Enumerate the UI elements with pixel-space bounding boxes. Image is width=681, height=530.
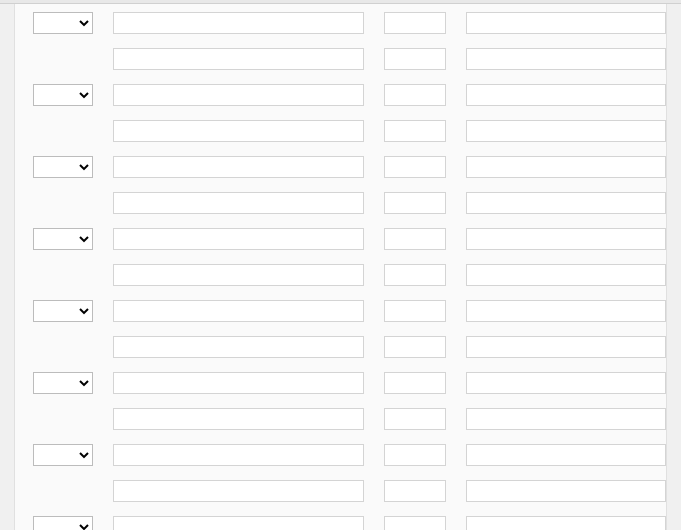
field-mid[interactable] (384, 372, 446, 394)
field-wide[interactable] (113, 408, 364, 430)
field-wide[interactable] (113, 156, 364, 178)
field-last[interactable] (466, 156, 666, 178)
select-cell (33, 300, 93, 322)
field-mid[interactable] (384, 264, 446, 286)
row-select[interactable] (33, 300, 93, 322)
field-last[interactable] (466, 12, 666, 34)
field-wide[interactable] (113, 48, 364, 70)
field-wide[interactable] (113, 516, 364, 530)
form-row (33, 336, 666, 358)
form-row (33, 408, 666, 430)
field-wide[interactable] (113, 12, 364, 34)
field-wide[interactable] (113, 444, 364, 466)
row-select[interactable] (33, 84, 93, 106)
field-last[interactable] (466, 192, 666, 214)
field-last[interactable] (466, 408, 666, 430)
field-wide[interactable] (113, 120, 364, 142)
field-mid[interactable] (384, 444, 446, 466)
row-select[interactable] (33, 228, 93, 250)
select-cell (33, 228, 93, 250)
field-wide[interactable] (113, 84, 364, 106)
field-mid[interactable] (384, 336, 446, 358)
field-last[interactable] (466, 516, 666, 530)
field-last[interactable] (466, 372, 666, 394)
form-row (33, 48, 666, 70)
field-wide[interactable] (113, 228, 364, 250)
field-last[interactable] (466, 228, 666, 250)
row-select[interactable] (33, 444, 93, 466)
field-mid[interactable] (384, 192, 446, 214)
select-cell (33, 12, 93, 34)
select-cell (33, 372, 93, 394)
field-last[interactable] (466, 264, 666, 286)
field-last[interactable] (466, 336, 666, 358)
field-mid[interactable] (384, 228, 446, 250)
field-mid[interactable] (384, 84, 446, 106)
field-last[interactable] (466, 48, 666, 70)
select-cell (33, 84, 93, 106)
form-row (33, 12, 666, 34)
field-mid[interactable] (384, 516, 446, 530)
field-last[interactable] (466, 84, 666, 106)
select-cell (33, 444, 93, 466)
form-panel (14, 4, 667, 530)
field-mid[interactable] (384, 480, 446, 502)
field-mid[interactable] (384, 120, 446, 142)
form-row (33, 372, 666, 394)
field-last[interactable] (466, 300, 666, 322)
form-row (33, 480, 666, 502)
form-row (33, 192, 666, 214)
field-wide[interactable] (113, 480, 364, 502)
form-row (33, 120, 666, 142)
field-wide[interactable] (113, 300, 364, 322)
field-mid[interactable] (384, 300, 446, 322)
select-cell (33, 516, 93, 530)
form-row (33, 156, 666, 178)
form-row (33, 300, 666, 322)
row-select[interactable] (33, 12, 93, 34)
field-mid[interactable] (384, 48, 446, 70)
field-last[interactable] (466, 444, 666, 466)
field-wide[interactable] (113, 264, 364, 286)
field-mid[interactable] (384, 12, 446, 34)
field-mid[interactable] (384, 408, 446, 430)
form-row (33, 84, 666, 106)
row-select[interactable] (33, 372, 93, 394)
field-last[interactable] (466, 480, 666, 502)
select-cell (33, 156, 93, 178)
form-row (33, 264, 666, 286)
field-mid[interactable] (384, 156, 446, 178)
field-wide[interactable] (113, 192, 364, 214)
field-last[interactable] (466, 120, 666, 142)
field-wide[interactable] (113, 372, 364, 394)
field-wide[interactable] (113, 336, 364, 358)
row-select[interactable] (33, 516, 93, 530)
form-rows (33, 12, 666, 530)
form-row (33, 444, 666, 466)
row-select[interactable] (33, 156, 93, 178)
form-row (33, 516, 666, 530)
form-row (33, 228, 666, 250)
